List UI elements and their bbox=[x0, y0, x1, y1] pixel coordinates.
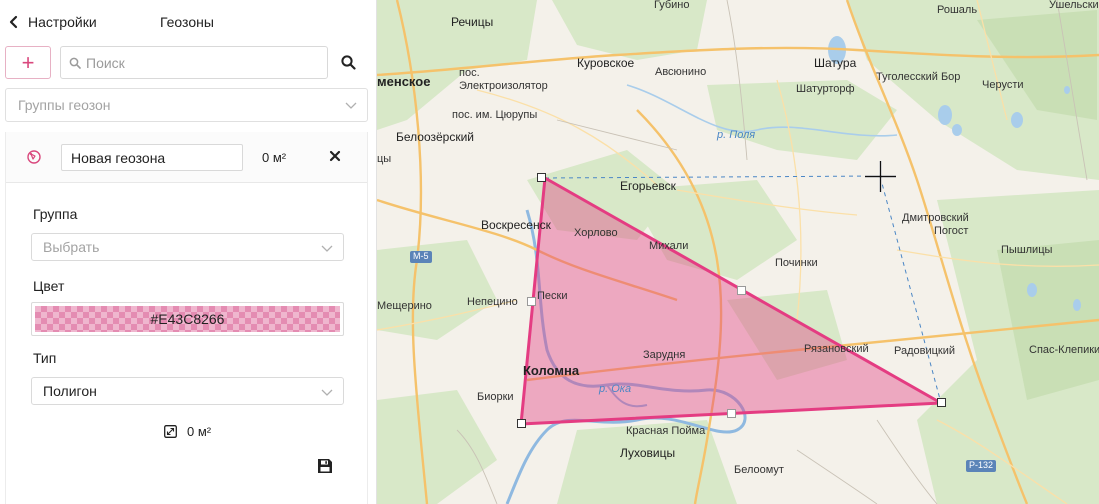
geozone-groups-select[interactable]: Группы геозон bbox=[5, 88, 368, 122]
polygon-icon bbox=[27, 150, 41, 164]
add-geozone-button[interactable]: + bbox=[5, 46, 51, 79]
type-select-value: Полигон bbox=[43, 383, 97, 399]
chevron-down-icon bbox=[345, 102, 357, 109]
back-label: Настройки bbox=[28, 14, 97, 30]
back-button[interactable]: Настройки bbox=[8, 12, 97, 32]
search-icon bbox=[340, 55, 356, 70]
search-button[interactable] bbox=[328, 46, 368, 79]
crosshair-icon bbox=[865, 161, 896, 192]
close-icon[interactable] bbox=[328, 149, 342, 163]
geozone-header: 0 м² bbox=[6, 132, 367, 183]
place-tugolessky: Туголесский Бор bbox=[876, 71, 961, 83]
polygon-vertex-handle[interactable] bbox=[517, 419, 526, 428]
place-ushelsky: Ушельский bbox=[1049, 0, 1099, 11]
place-lukhovitsy: Луховицы bbox=[620, 446, 676, 460]
color-value: #E43C8266 bbox=[150, 311, 225, 327]
map-view[interactable]: Губино Ушельский Рошаль Речицы Куровское… bbox=[377, 0, 1099, 504]
type-label: Тип bbox=[33, 350, 57, 366]
search-input[interactable] bbox=[86, 54, 316, 71]
place-dmitrovsky: Дмитровский bbox=[902, 212, 969, 224]
place-biorki: Биорки bbox=[477, 391, 514, 403]
place-cherusti: Черусти bbox=[982, 79, 1024, 91]
group-select-placeholder: Выбрать bbox=[43, 239, 100, 255]
area-summary: 0 м² bbox=[164, 424, 211, 439]
polygon-vertex-handle[interactable] bbox=[537, 173, 546, 182]
place-elektroizolyator: Электроизолятор bbox=[459, 80, 548, 92]
place-peski: Пески bbox=[537, 290, 568, 302]
search-icon bbox=[69, 57, 81, 69]
road-shield-r132: Р-132 bbox=[966, 460, 997, 472]
polygon-vertex-handle[interactable] bbox=[937, 398, 946, 407]
color-picker[interactable]: #E43C8266 bbox=[31, 302, 344, 336]
place-beloomut: Белоомут bbox=[734, 464, 784, 476]
geozone-area-value: 0 м² bbox=[262, 150, 287, 165]
place-pyshlitsy: Пышлицы bbox=[1001, 244, 1053, 256]
type-select[interactable]: Полигон bbox=[31, 377, 344, 405]
place-tsy: цы bbox=[377, 153, 392, 165]
place-voskresensk: Воскресенск bbox=[481, 218, 551, 232]
plus-icon: + bbox=[21, 49, 35, 75]
place-roshal: Рошаль bbox=[937, 4, 978, 16]
place-tsyurupy: пос. им. Цюрупы bbox=[452, 109, 538, 121]
place-shaturtorf: Шатурторф bbox=[796, 83, 855, 95]
place-gubino: Губино bbox=[654, 0, 690, 11]
group-label: Группа bbox=[33, 206, 78, 222]
road-shield-m5: М-5 bbox=[410, 251, 432, 263]
place-nepetsino: Непецино bbox=[467, 296, 518, 308]
place-zarudnya: Зарудня bbox=[643, 349, 686, 361]
place-kolomna: Коломна bbox=[523, 363, 580, 378]
polygon-midpoint-handle[interactable] bbox=[527, 297, 536, 306]
area-summary-value: 0 м² bbox=[187, 424, 212, 439]
place-pos: пос. bbox=[459, 67, 480, 79]
place-egorievsk: Егорьевск bbox=[620, 179, 676, 193]
river-polya: р. Поля bbox=[717, 129, 756, 141]
geozones-panel: Настройки Геозоны + Группы геозон bbox=[0, 0, 377, 504]
place-mikhali: Михали bbox=[649, 240, 689, 252]
chevron-down-icon bbox=[321, 389, 333, 396]
geozone-groups-placeholder: Группы геозон bbox=[18, 97, 111, 113]
place-beloozersky: Белоозёрский bbox=[396, 130, 475, 144]
place-spas-klepiki: Спас-Клепики bbox=[1029, 344, 1099, 356]
area-icon bbox=[164, 425, 177, 438]
place-avsyunino: Авсюнино bbox=[655, 66, 707, 78]
panel-header: Настройки Геозоны bbox=[0, 0, 376, 44]
save-icon[interactable] bbox=[316, 457, 334, 475]
place-krasnaya-poima: Красная Пойма bbox=[626, 425, 706, 437]
place-pogost: Погост bbox=[934, 225, 969, 237]
map-base bbox=[377, 0, 1099, 504]
group-select[interactable]: Выбрать bbox=[31, 233, 344, 261]
river-oka: р. Ока bbox=[599, 383, 632, 395]
chevron-left-icon bbox=[9, 15, 18, 29]
geozone-editor: 0 м² Группа Выбрать Цвет #E43C8266 Тип П… bbox=[5, 132, 368, 504]
search-box bbox=[60, 46, 328, 79]
polygon-midpoint-handle[interactable] bbox=[737, 286, 746, 295]
place-khorlovo: Хорлово bbox=[574, 227, 618, 239]
place-rechitsy: Речицы bbox=[451, 15, 494, 29]
place-pochinki: Починки bbox=[775, 257, 818, 269]
page-title: Геозоны bbox=[160, 14, 214, 30]
place-shatura: Шатура bbox=[814, 56, 857, 70]
place-ryazanovsky: Рязановский bbox=[804, 343, 869, 355]
color-swatch: #E43C8266 bbox=[35, 306, 340, 332]
polygon-midpoint-handle[interactable] bbox=[727, 409, 736, 418]
geozone-name-input[interactable] bbox=[61, 144, 243, 171]
chevron-down-icon bbox=[321, 245, 333, 252]
color-label: Цвет bbox=[33, 278, 65, 294]
place-radovitsky: Радовицкий bbox=[894, 345, 956, 357]
place-ramenskoe: менское bbox=[377, 74, 431, 89]
place-meshcherino: Мещерино bbox=[377, 300, 432, 312]
place-kurovskoe: Куровское bbox=[577, 56, 635, 70]
